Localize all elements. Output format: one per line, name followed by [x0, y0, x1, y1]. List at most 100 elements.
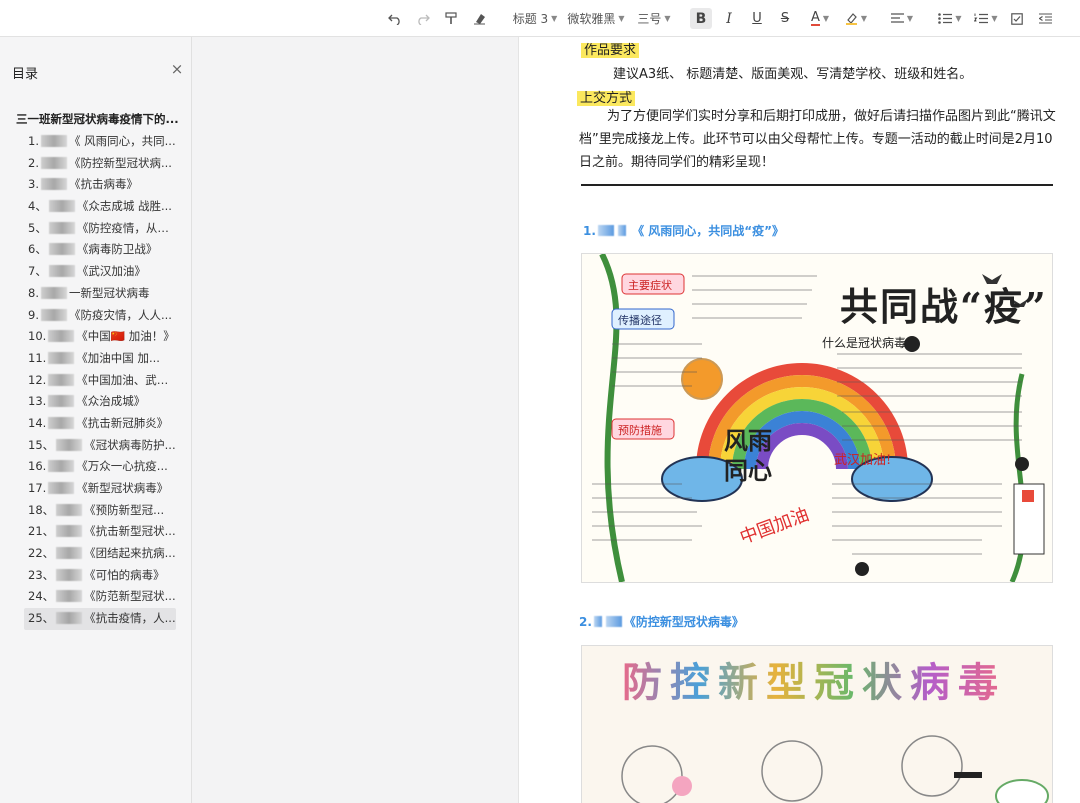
toc-item[interactable]: 18、 《预防新型冠...	[24, 500, 176, 522]
toc-item-number: 13.	[28, 394, 47, 409]
toc-item-number: 21、	[28, 524, 55, 539]
toc-item-label: 《可怕的病毒》	[84, 567, 165, 582]
toc-item-label: 《防控疫情，从我...	[76, 220, 176, 235]
toc-item[interactable]: 22、 《团结起来抗病...	[24, 543, 176, 565]
toc-item-label: 《中国🇨🇳 加油！》	[76, 329, 175, 344]
toc-item-number: 23、	[28, 567, 55, 582]
toc-item-label: 《抗击新型冠状...	[84, 524, 176, 539]
toc-item-label: 一新型冠状病毒	[68, 285, 150, 300]
checkbox-icon[interactable]	[1006, 8, 1028, 29]
toc-item-label: 《 风雨同心，共同...	[68, 134, 176, 148]
toc-item-label: 《防控新型冠状病...	[68, 155, 172, 170]
toc-item[interactable]: 5、 《防控疫情，从我...	[24, 218, 176, 240]
toc-item-label: 《众治成城》	[76, 394, 146, 409]
poster-title: 共同战“疫”	[840, 284, 1048, 329]
numbered-list-icon[interactable]: ▼	[972, 8, 1000, 29]
align-icon[interactable]: ▼	[888, 8, 916, 29]
chevron-down-icon: ▼	[991, 14, 998, 23]
toc-item-number: 9.	[28, 307, 39, 322]
undo-icon[interactable]	[384, 8, 406, 29]
toc-item[interactable]: 16. 《万众一心抗疫...	[24, 456, 176, 478]
toc-item-number: 2.	[28, 155, 39, 170]
toc-item-number: 18、	[28, 502, 55, 517]
bold-icon[interactable]: B	[690, 8, 712, 29]
toc-item-label: 《病毒防卫战》	[76, 242, 158, 257]
redacted-name	[48, 243, 75, 256]
toc-item-number: 24、	[28, 589, 55, 604]
redacted-name	[40, 178, 67, 191]
chevron-down-icon: ▼	[860, 14, 868, 23]
redacted-name	[48, 221, 75, 234]
toc-item-label: 《防疫灾情，人人...	[68, 307, 172, 322]
clear-format-icon[interactable]	[468, 8, 490, 29]
toc-item[interactable]: 11. 《加油中国 加...	[24, 348, 176, 370]
outdent-icon[interactable]	[1034, 8, 1056, 29]
redacted-name	[617, 225, 626, 236]
redacted-name	[48, 373, 75, 386]
toc-item-number: 15、	[28, 437, 55, 452]
italic-icon[interactable]: I	[718, 8, 740, 29]
chevron-down-icon: ▼	[955, 14, 962, 23]
toc-item-number: 5、	[28, 220, 47, 235]
toc-item[interactable]: 23、 《可怕的病毒》	[24, 565, 176, 587]
toc-item[interactable]: 25、 《抗击疫情，人...	[24, 608, 176, 630]
toc-item[interactable]: 15、 《冠状病毒防护...	[24, 435, 176, 457]
toc-item-number: 10.	[28, 329, 47, 344]
redacted-name	[48, 460, 75, 473]
font-family-select[interactable]: 微软雅黑 ▼	[566, 8, 626, 29]
toc-item-label: 《武汉加油》	[76, 264, 146, 279]
toc-item[interactable]: 8. 一新型冠状病毒	[24, 283, 176, 305]
redacted-name	[48, 330, 75, 343]
toc-item-number: 14.	[28, 415, 47, 430]
toc-item[interactable]: 2. 《防控新型冠状病...	[24, 153, 176, 175]
toc-item-label: 《中国加油、武汉...	[76, 372, 176, 387]
toc-item[interactable]: 14. 《抗击新冠肺炎》	[24, 413, 176, 435]
format-painter-icon[interactable]	[440, 8, 462, 29]
toc-item[interactable]: 4、 《众志成城 战胜...	[24, 196, 176, 218]
poster-title: 防控新型冠状病毒	[622, 659, 1006, 706]
toc-item[interactable]: 1. 《 风雨同心，共同...	[24, 131, 176, 153]
toc-item[interactable]: 24、 《防范新型冠状...	[24, 586, 176, 608]
toc-item[interactable]: 17. 《新型冠状病毒》	[24, 478, 176, 500]
toc-item-label: 《众志成城 战胜...	[76, 199, 172, 214]
toc-item[interactable]: 13. 《众治成城》	[24, 391, 176, 413]
font-size-label: 三号	[637, 12, 662, 26]
heading-style-select[interactable]: 标题 3 ▼	[508, 8, 562, 29]
toc-item[interactable]: 21、 《抗击新型冠状...	[24, 521, 176, 543]
toc-item-label: 《抗击新冠肺炎》	[76, 415, 169, 430]
document-page[interactable]: 作品要求 建议A3纸、 标题清楚、版面美观、写清楚学校、班级和姓名。 上交方式 …	[518, 37, 1080, 803]
strikethrough-icon[interactable]: S	[774, 8, 796, 29]
poster-label: 传播途径	[618, 314, 662, 327]
heading-entry-2[interactable]: 2. 《防控新型冠状病毒》	[579, 613, 744, 630]
heading-entry-1[interactable]: 1. 《 风雨同心，共同战“疫”》	[583, 222, 784, 239]
chevron-down-icon: ▼	[822, 14, 830, 23]
toc-item-number: 16.	[28, 459, 47, 474]
section-requirements-text: 建议A3纸、 标题清楚、版面美观、写清楚学校、班级和姓名。	[613, 67, 973, 82]
bullet-list-icon[interactable]: ▼	[936, 8, 964, 29]
font-color-icon[interactable]: A ▼	[806, 8, 834, 29]
toc-item[interactable]: 12. 《中国加油、武汉...	[24, 370, 176, 392]
redacted-name	[48, 482, 75, 494]
highlight-icon[interactable]: ▼	[842, 8, 870, 29]
toc-item-number: 11.	[28, 350, 47, 365]
chevron-down-icon: ▼	[618, 14, 625, 23]
poster-label: 预防措施	[618, 424, 662, 437]
toc-item[interactable]: 3. 《抗击病毒》	[24, 174, 176, 196]
font-size-select[interactable]: 三号 ▼	[634, 8, 674, 29]
toc-item[interactable]: 9. 《防疫灾情，人人...	[24, 305, 176, 327]
toc-list: 1. 《 风雨同心，共同... 2. 《防控新型冠状病... 3. 《抗击病毒》 4、 《众志…	[24, 131, 176, 630]
toc-item[interactable]: 6、 《病毒防卫战》	[24, 239, 176, 261]
toc-item[interactable]: 7、 《武汉加油》	[24, 261, 176, 283]
toc-item-number: 6、	[28, 242, 47, 257]
redacted-name	[56, 568, 83, 581]
toc-item-number: 7、	[28, 264, 47, 279]
chevron-down-icon: ▼	[551, 14, 558, 23]
redo-icon[interactable]	[412, 8, 434, 29]
toc-item-number: 3.	[28, 177, 39, 192]
toc-item-number: 22、	[28, 546, 55, 561]
toc-document-title[interactable]: 三一班新型冠状病毒疫情下的...	[16, 111, 180, 127]
close-icon[interactable]: ×	[170, 62, 184, 77]
toc-item[interactable]: 10. 《中国🇨🇳 加油！》	[24, 326, 176, 348]
underline-icon[interactable]: U	[746, 8, 768, 29]
canvas-margin	[193, 37, 518, 803]
